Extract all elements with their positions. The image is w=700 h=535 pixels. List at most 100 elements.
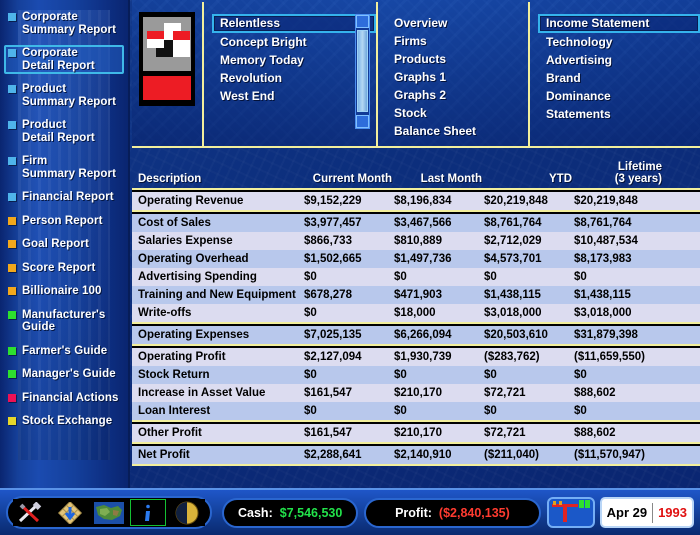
city-map-icon[interactable]: [52, 499, 88, 526]
sidebar-bullet-icon: [8, 13, 16, 21]
firm-list-scrollbar[interactable]: [355, 14, 370, 129]
firm-item-revolution[interactable]: Revolution: [216, 69, 376, 87]
row-value: $20,219,848: [574, 195, 638, 207]
sidebar-item-financial-actions[interactable]: Financial Actions: [4, 390, 124, 407]
row-label: Write-offs: [138, 307, 192, 319]
nav-item-products[interactable]: Products: [390, 50, 528, 68]
table-row[interactable]: Operating Overhead $1,502,665 $1,497,736 $4…: [132, 250, 700, 268]
sidebar-item-label: Corporate Detail Report: [22, 47, 95, 72]
header-line: YTD: [549, 173, 572, 185]
sidebar-item-product-summary-report[interactable]: Product Summary Report: [4, 81, 124, 110]
detail-item-income-statement[interactable]: Income Statement: [538, 14, 700, 33]
row-label: Operating Profit: [138, 351, 226, 363]
sidebar-bullet-icon: [8, 393, 16, 402]
tools-icon[interactable]: [13, 499, 49, 526]
date-day: Apr 29: [606, 505, 648, 520]
sidebar-item-label: Billionaire 100: [22, 285, 102, 297]
sidebar-item-label: Goal Report: [22, 238, 89, 250]
sidebar: Corporate Summary Report Corporate Detail…: [0, 0, 130, 488]
row-value: $210,170: [394, 387, 442, 399]
row-label: Operating Expenses: [138, 329, 250, 341]
nav-item-firms[interactable]: Firms: [390, 32, 528, 50]
detail-item-brand[interactable]: Brand: [542, 69, 700, 87]
table-row[interactable]: Write-offs $0 $18,000 $3,018,000 $3,018,000: [132, 304, 700, 322]
row-value: ($11,659,550): [574, 351, 645, 363]
scroll-thumb[interactable]: [357, 30, 368, 112]
table-row[interactable]: Training and New Equipment $678,278 $471,9…: [132, 286, 700, 304]
nav-item-graphs-1[interactable]: Graphs 1: [390, 68, 528, 86]
world-map-icon[interactable]: [91, 499, 127, 526]
sidebar-bullet-icon: [8, 310, 16, 319]
detail-item-dominance[interactable]: Dominance: [542, 87, 700, 105]
table-row[interactable]: Increase in Asset Value $161,547 $210,170 $…: [132, 384, 700, 402]
nav-item-balance-sheet[interactable]: Balance Sheet: [390, 122, 528, 140]
profit-display: Profit: ($2,840,135): [364, 497, 541, 528]
report-nav-panel: Overview Firms Products Graphs 1 Graphs 2 Sto…: [378, 0, 528, 146]
nav-item-overview[interactable]: Overview: [390, 14, 528, 32]
row-value: $8,761,764: [574, 217, 632, 229]
row-value: $2,712,029: [484, 235, 542, 247]
row-value: $1,502,665: [304, 253, 362, 265]
table-row[interactable]: Operating Profit $2,127,094 $1,930,739 ($28…: [132, 348, 700, 366]
row-value: ($211,040): [484, 449, 539, 461]
table-body: Operating Revenue $9,152,229 $8,196,834 $20…: [132, 190, 700, 466]
table-row[interactable]: Other Profit $161,547 $210,170 $72,721 $88,6…: [132, 424, 700, 442]
sidebar-item-person-report[interactable]: Person Report: [4, 213, 124, 230]
firm-item-relentless[interactable]: Relentless: [212, 14, 376, 33]
detail-item-statements[interactable]: Statements: [542, 105, 700, 123]
firm-item-memory-today[interactable]: Memory Today: [216, 51, 376, 69]
sidebar-bullet-icon: [8, 346, 16, 355]
sidebar-item-manufacturer-s-guide[interactable]: Manufacturer's Guide: [4, 307, 124, 336]
row-label: Advertising Spending: [138, 271, 257, 283]
table-row[interactable]: Loan Interest $0 $0 $0 $0: [132, 402, 700, 420]
table-row-group: Operating Profit $2,127,094 $1,930,739 ($28…: [132, 346, 700, 422]
info-icon[interactable]: [130, 499, 166, 526]
firm-item-concept-bright[interactable]: Concept Bright: [216, 33, 376, 51]
sidebar-item-goal-report[interactable]: Goal Report: [4, 236, 124, 253]
table-row[interactable]: Net Profit $2,288,641 $2,140,910 ($211,040)…: [132, 446, 700, 464]
table-row[interactable]: Cost of Sales $3,977,457 $3,467,566 $8,761,…: [132, 214, 700, 232]
sidebar-item-stock-exchange[interactable]: Stock Exchange: [4, 413, 124, 430]
table-row-group: Net Profit $2,288,641 $2,140,910 ($211,040)…: [132, 444, 700, 466]
table-row[interactable]: Operating Expenses $7,025,135 $6,266,094 $2…: [132, 326, 700, 344]
game-speed-control[interactable]: [546, 497, 595, 528]
sidebar-item-label: Product Summary Report: [22, 83, 117, 108]
table-row[interactable]: Salaries Expense $866,733 $810,889 $2,712,0…: [132, 232, 700, 250]
nav-item-graphs-2[interactable]: Graphs 2: [390, 86, 528, 104]
row-value: $4,573,701: [484, 253, 542, 265]
sidebar-item-billionaire-100[interactable]: Billionaire 100: [4, 283, 124, 300]
row-value: $210,170: [394, 427, 442, 439]
sidebar-item-firm-summary-report[interactable]: Firm Summary Report: [4, 153, 124, 182]
row-value: $3,977,457: [304, 217, 362, 229]
table-row[interactable]: Stock Return $0 $0 $0 $0: [132, 366, 700, 384]
sidebar-item-manager-s-guide[interactable]: Manager's Guide: [4, 366, 124, 383]
column-header-current-month: Current Month: [302, 173, 392, 185]
sidebar-item-farmer-s-guide[interactable]: Farmer's Guide: [4, 343, 124, 360]
row-value: $88,602: [574, 427, 616, 439]
table-row[interactable]: Advertising Spending $0 $0 $0 $0: [132, 268, 700, 286]
header-line: Current Month: [312, 173, 392, 185]
sidebar-item-financial-report[interactable]: Financial Report: [4, 189, 124, 206]
logo-color-band: [143, 76, 191, 100]
sidebar-item-corporate-detail-report[interactable]: Corporate Detail Report: [4, 45, 124, 74]
sidebar-item-corporate-summary-report[interactable]: Corporate Summary Report: [4, 9, 124, 38]
row-value: $2,140,910: [394, 449, 452, 461]
scroll-up-button[interactable]: [356, 15, 369, 28]
column-header-last-month: Last Month: [392, 173, 482, 185]
firm-item-west-end[interactable]: West End: [216, 87, 376, 105]
scroll-down-button[interactable]: [356, 115, 369, 128]
row-value: $1,930,739: [394, 351, 452, 363]
sidebar-item-product-detail-report[interactable]: Product Detail Report: [4, 117, 124, 146]
detail-item-advertising[interactable]: Advertising: [542, 51, 700, 69]
row-value: ($11,570,947): [574, 449, 645, 461]
row-value: $0: [394, 271, 407, 283]
pause-icon[interactable]: [169, 499, 205, 526]
income-statement-table: Description Current Month Last Month YTD…: [132, 150, 700, 535]
detail-item-technology[interactable]: Technology: [542, 33, 700, 51]
sidebar-bullet-icon: [8, 49, 16, 57]
table-row-group: Other Profit $161,547 $210,170 $72,721 $88,6…: [132, 422, 700, 444]
table-row[interactable]: Operating Revenue $9,152,229 $8,196,834 $20…: [132, 192, 700, 210]
sidebar-item-score-report[interactable]: Score Report: [4, 260, 124, 277]
sidebar-bullet-icon: [8, 240, 16, 248]
nav-item-stock[interactable]: Stock: [390, 104, 528, 122]
